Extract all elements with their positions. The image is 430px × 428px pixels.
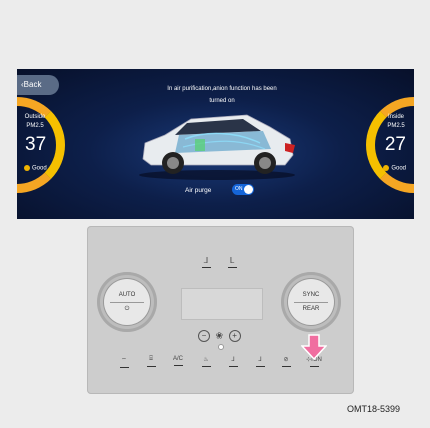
message-line-2: turned on [209, 98, 235, 104]
rear-defrost-icon: ⌸ [149, 356, 153, 362]
left-temp-knob[interactable]: AUTO ⏻ [97, 272, 157, 332]
climate-control-panel: ⅃ ᒪ AUTO ⏻ SYNC REAR − ❀ + ⌔ ⌸ A/C ♨ ⅃ ⅃… [87, 226, 354, 394]
back-button[interactable]: ‹Back [17, 75, 59, 95]
seat-heat-icon: ⅃ [203, 256, 209, 265]
outside-status: Good [24, 165, 47, 172]
outside-gauge-title: Outside PM2.5 [20, 113, 50, 131]
inside-status-label: Good [391, 165, 406, 172]
rear-button[interactable]: REAR [288, 306, 334, 312]
air-purge-toggle[interactable]: ON [232, 184, 254, 195]
inside-gauge-title: Inside PM2.5 [381, 113, 411, 131]
toggle-knob [244, 185, 253, 194]
purification-message: In air purification,anion function has b… [147, 83, 297, 107]
seat-vent-left-button[interactable]: ᒪ [225, 256, 239, 268]
back-label: Back [23, 80, 42, 89]
climate-display [181, 288, 263, 320]
ac-button[interactable]: A/C [169, 356, 187, 366]
smile-icon [24, 165, 30, 171]
front-defrost-icon: ⌔ [121, 358, 127, 364]
smile-icon [383, 165, 390, 171]
seat-heat-left-button[interactable]: ⅃ [199, 256, 213, 268]
seat-heat-icon: ⅃ [231, 357, 235, 363]
recirculation-button[interactable]: ⊘ [277, 356, 295, 367]
power-icon[interactable]: ⏻ [104, 306, 150, 313]
air-purge-label: Air purge [185, 187, 212, 194]
fan-minus-button[interactable]: − [198, 330, 210, 342]
toggle-state-label: ON [235, 186, 243, 192]
seat-heat-right-button[interactable]: ⅃ [224, 356, 242, 367]
seat-vent-right-button[interactable]: ⅃ [251, 356, 269, 367]
front-defrost-button[interactable]: ⌔ [115, 356, 133, 368]
inside-pm-label: PM2.5 [387, 123, 405, 129]
ac-label: A/C [172, 356, 183, 362]
seat-vent-icon: ᒪ [229, 256, 235, 265]
figure-caption: OMT18-5399 [346, 404, 400, 414]
recirculation-icon: ⊘ [283, 357, 289, 363]
right-temp-knob[interactable]: SYNC REAR [281, 272, 341, 332]
message-line-1: In air purification,anion function has b… [167, 86, 277, 92]
outside-status-label: Good [32, 165, 47, 172]
inside-pm25-value: 27 [384, 134, 406, 155]
indicator-led [218, 344, 224, 350]
inside-title: Inside [387, 114, 404, 120]
auto-button[interactable]: AUTO [104, 292, 150, 298]
outside-title: Outside [24, 114, 46, 120]
seat-vent-icon: ⅃ [258, 357, 262, 363]
sync-button[interactable]: SYNC [288, 292, 334, 298]
fan-plus-button[interactable]: + [228, 330, 241, 342]
fan-icon: ❀ [215, 330, 224, 341]
arrow-down-icon [301, 334, 327, 360]
outside-pm-label: PM2.5 [26, 123, 44, 129]
rear-defrost-button[interactable]: ⌸ [142, 356, 160, 367]
car-illustration [139, 114, 295, 180]
steering-heat-icon: ♨ [203, 357, 209, 363]
infotainment-screen: ‹Back Outside PM2.5 37 Good Inside PM2.5… [17, 69, 414, 219]
steering-heat-button[interactable]: ♨ [197, 356, 215, 367]
outside-pm25-value: 37 [25, 134, 47, 155]
inside-status: Good [383, 165, 406, 172]
fan-speed-controls: − ❀ + [195, 330, 244, 342]
